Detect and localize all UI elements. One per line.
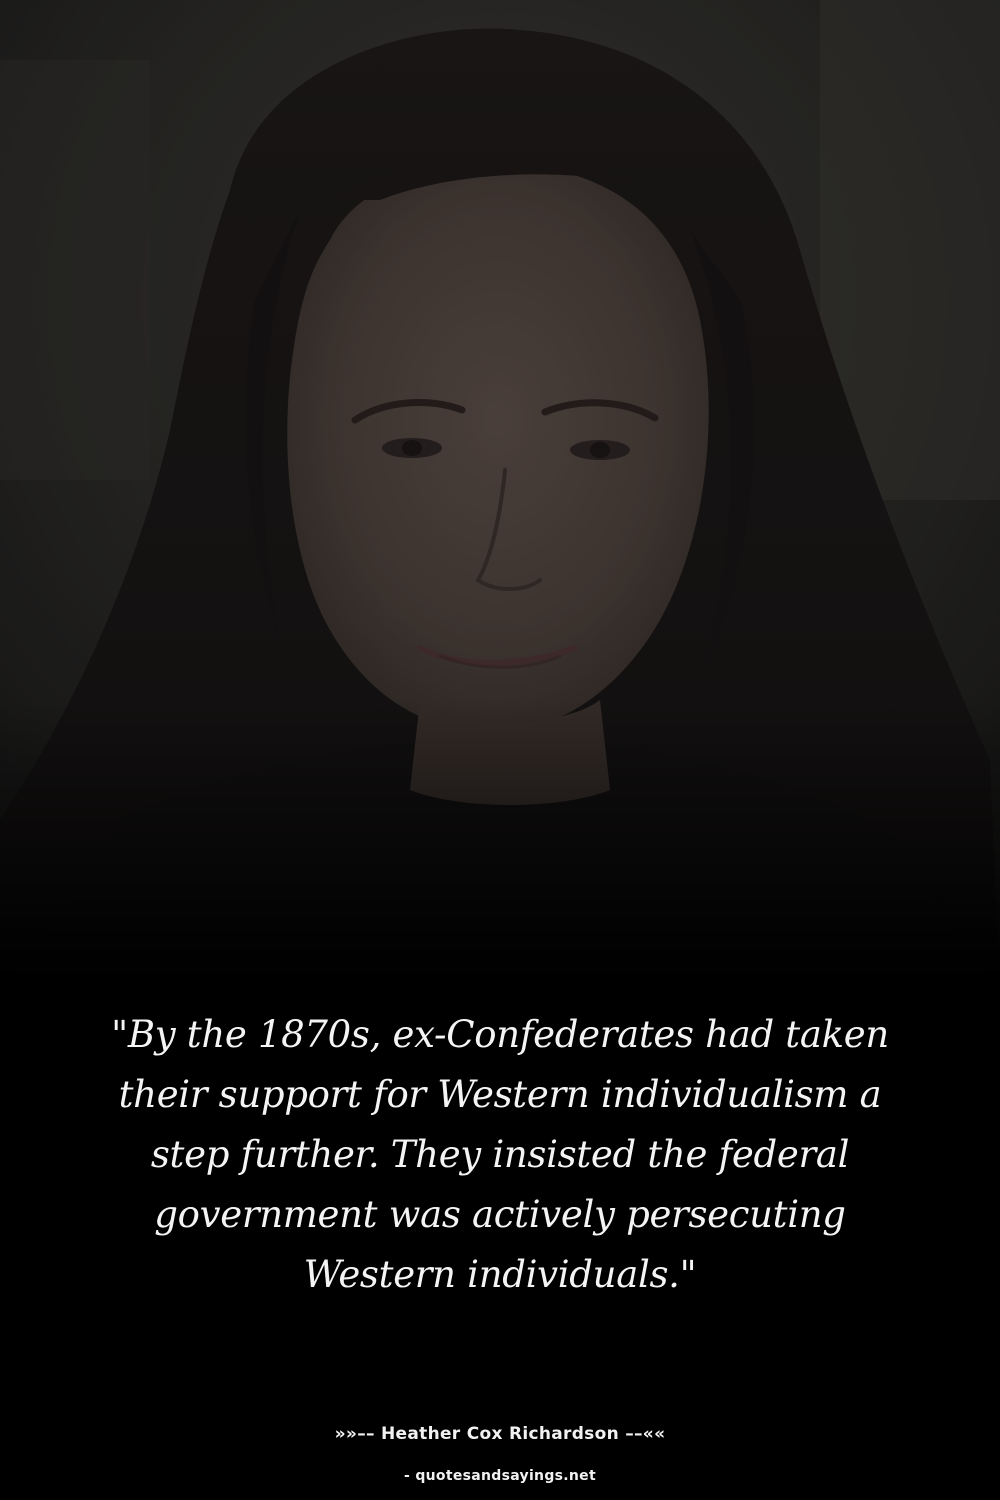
quote-poster: "By the 1870s, ex-Confederates had taken… <box>0 0 1000 1500</box>
author-attribution: »»–– Heather Cox Richardson ––«« <box>334 1424 666 1444</box>
quote-text: "By the 1870s, ex-Confederates had taken… <box>111 1013 889 1296</box>
site-credit[interactable]: - quotesandsayings.net <box>0 1468 1000 1484</box>
